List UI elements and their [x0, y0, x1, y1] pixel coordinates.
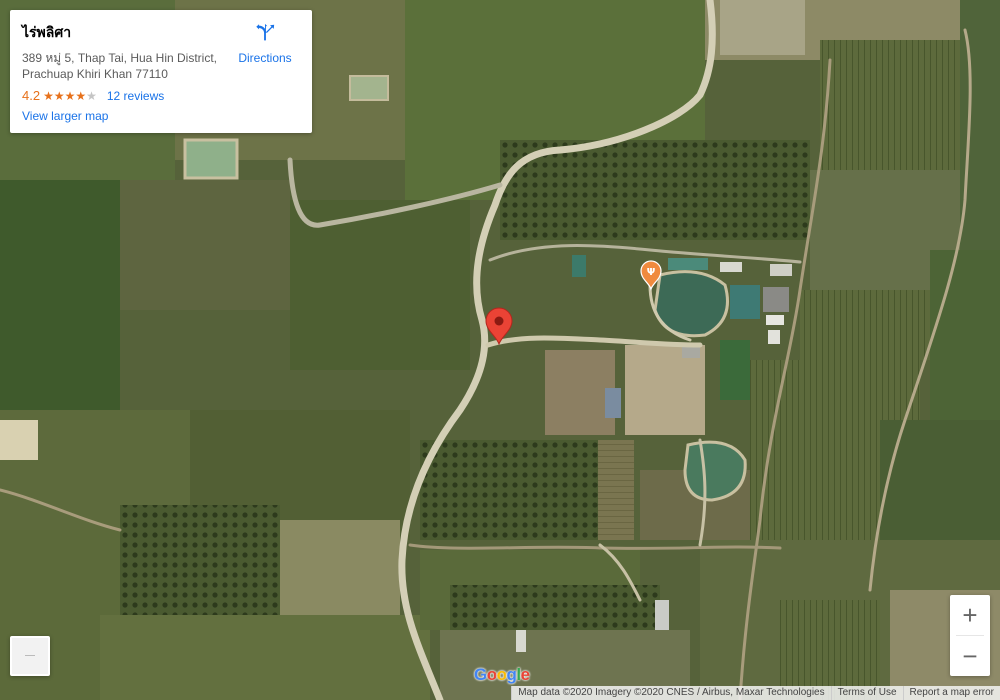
rating-row: 4.2 ★★★★★ 12 reviews	[22, 88, 300, 103]
map-type-toggle[interactable]	[10, 636, 50, 676]
address-line-2: Prachuap Khiri Khan 77110	[22, 67, 168, 81]
directions-icon	[256, 23, 275, 41]
star-rating-icon: ★★★★★	[43, 88, 97, 103]
attribution-bar: Map data ©2020 Imagery ©2020 CNES / Airb…	[511, 686, 1000, 700]
zoom-in-button[interactable]: +	[950, 595, 990, 635]
map-data-attribution: Map data ©2020 Imagery ©2020 CNES / Airb…	[511, 686, 831, 700]
view-larger-map-link[interactable]: View larger map	[22, 109, 108, 123]
rating-value: 4.2	[22, 88, 41, 103]
google-logo: Google	[474, 665, 530, 684]
zoom-controls: + −	[950, 595, 990, 676]
directions-label: Directions	[238, 51, 292, 65]
reviews-link[interactable]: 12 reviews	[107, 89, 164, 103]
directions-button[interactable]: Directions	[230, 22, 300, 65]
place-address: 389 หมู่ 5, Thap Tai, Hua Hin District, …	[22, 50, 232, 82]
zoom-out-button[interactable]: −	[950, 636, 990, 676]
terms-of-use-link[interactable]: Terms of Use	[830, 686, 903, 700]
svg-text:Ψ: Ψ	[647, 267, 656, 278]
address-line-1: 389 หมู่ 5, Thap Tai, Hua Hin District,	[22, 51, 218, 65]
map-type-thumbnail	[25, 655, 35, 656]
report-map-error-link[interactable]: Report a map error	[902, 686, 1000, 700]
place-info-card: ไร่พลิศา 389 หมู่ 5, Thap Tai, Hua Hin D…	[10, 10, 312, 133]
